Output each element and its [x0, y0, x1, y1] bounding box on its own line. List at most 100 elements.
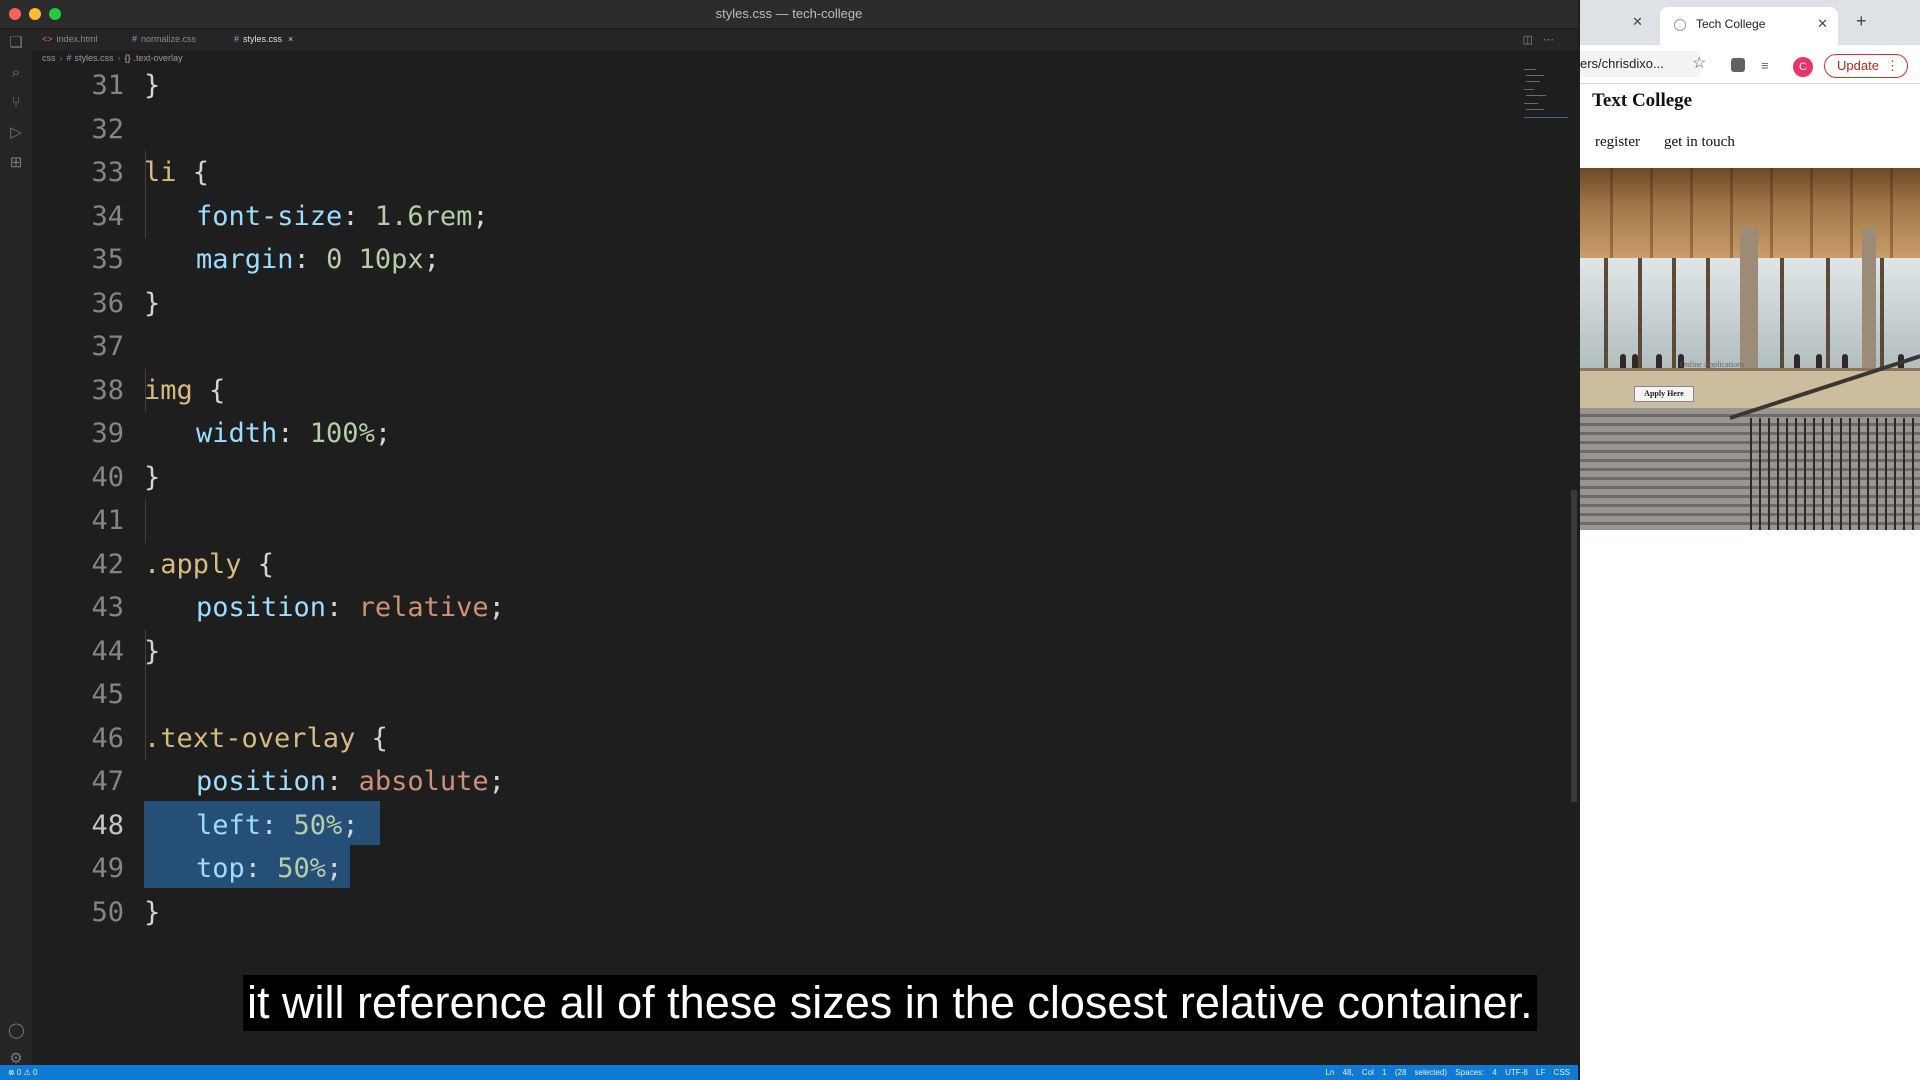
bookmark-star-icon[interactable]: ☆ [1692, 51, 1706, 77]
update-button[interactable]: Update ⋮ [1824, 54, 1908, 78]
status-bar: ⊗ 0 ⚠ 0 Ln 48, Col 1 (28 selected) Space… [0, 1065, 1578, 1080]
code-text: width: 100%; [196, 418, 392, 449]
editor-actions: ◫⋯ [1523, 33, 1564, 46]
close-icon[interactable]: ✕ [1817, 16, 1828, 32]
editor-tabs: <> index.html # normalize.css # styles.css ×… [32, 29, 1578, 50]
line-number: 34 [91, 200, 124, 232]
line-number: 33 [91, 157, 124, 188]
tab-normalize-css[interactable]: # normalize.css [132, 29, 196, 50]
nav-link-register[interactable]: register [1595, 134, 1640, 151]
css-file-icon: # [132, 34, 138, 44]
new-tab-icon[interactable]: + [1856, 11, 1867, 32]
update-label: Update [1837, 58, 1879, 73]
web-page: Text College register get in touch Onlin… [1580, 84, 1920, 1080]
code-line[interactable]: 47 position: absolute; [32, 760, 1532, 804]
code-text: left: 50%; [196, 809, 359, 841]
account-icon[interactable]: ◯ [8, 1023, 25, 1039]
tab-styles-css[interactable]: # styles.css × [234, 29, 293, 50]
editor-scrollbar-thumb[interactable] [1571, 490, 1577, 802]
line-number: 50 [91, 896, 124, 928]
code-line[interactable]: 31} [32, 64, 1532, 108]
address-bar[interactable]: ers/chrisdixo... [1580, 51, 1700, 77]
tab-index-html[interactable]: <> index.html [42, 29, 98, 50]
minimap[interactable] [1524, 67, 1568, 123]
window-title: styles.css — tech-college [715, 6, 863, 21]
code-line[interactable]: 49 top: 50%; [32, 847, 1532, 891]
more-vert-icon[interactable]: ⋮ [1886, 55, 1899, 76]
line-number: 46 [91, 722, 124, 754]
code-line[interactable]: 37 [32, 325, 1532, 369]
code-text: position: absolute; [196, 766, 505, 797]
code-line[interactable]: 36} [32, 282, 1532, 326]
code-text: } [144, 461, 161, 493]
code-text: .apply { [144, 548, 275, 580]
cursor-status[interactable]: Ln 48, Col 1 (28 selected) Spaces: 4 UTF… [1325, 1065, 1570, 1080]
code-line[interactable]: 40} [32, 456, 1532, 500]
code-line[interactable]: 43 position: relative; [32, 586, 1532, 630]
explorer-icon[interactable]: ❏ [8, 35, 24, 51]
breadcrumb-separator-icon: › [59, 53, 63, 63]
site-title: Text College [1592, 90, 1693, 111]
breadcrumb: css › # styles.css ›{} .text-overlay [42, 51, 183, 65]
code-text: margin: 0 10px; [196, 244, 440, 275]
avatar[interactable]: C [1793, 57, 1813, 77]
line-number: 44 [91, 635, 124, 667]
line-number: 43 [91, 592, 124, 623]
code-line[interactable]: 45 [32, 673, 1532, 717]
code-text: font-size: 1.6rem; [196, 200, 489, 232]
line-number: 40 [91, 461, 124, 493]
code-line[interactable]: 32 [32, 108, 1532, 152]
search-icon[interactable]: ⌕ [8, 65, 24, 81]
code-line[interactable]: 50} [32, 891, 1532, 935]
css-file-icon: # [66, 53, 72, 63]
run-debug-icon[interactable]: ▷ [8, 125, 24, 141]
line-number: 32 [91, 113, 124, 145]
breadcrumb-file[interactable]: styles.css [75, 53, 114, 63]
extensions-icon[interactable]: ⊞ [8, 155, 24, 171]
split-editor-icon[interactable]: ◫ [1523, 34, 1543, 46]
tab-label: normalize.css [141, 34, 197, 44]
code-line[interactable]: 34 font-size: 1.6rem; [32, 195, 1532, 239]
code-line[interactable]: 38 img { [32, 369, 1532, 413]
tab-label: index.html [56, 34, 98, 44]
code-line[interactable]: 46 .text-overlay { [32, 717, 1532, 761]
activity-bar: ❏ ⌕ ⑂ ▷ ⊞ ◯ ⚙ [0, 29, 32, 1067]
browser-tab[interactable]: Tech College ✕ [1660, 7, 1838, 45]
close-icon[interactable]: ✕ [1632, 14, 1643, 30]
code-editor[interactable]: 31} 32 33 li { 34 font-size: 1.6rem; 35 margin:… [32, 64, 1578, 1062]
breadcrumb-folder[interactable]: css [42, 53, 56, 63]
code-text: position: relative; [196, 592, 505, 623]
line-number: 47 [91, 766, 124, 797]
code-line[interactable]: 42 .apply { [32, 543, 1532, 587]
reading-list-icon[interactable]: ≡ [1761, 58, 1769, 73]
apply-here-button[interactable]: Apply Here [1634, 386, 1694, 402]
hero-overlay-text: Online Applications [1680, 360, 1745, 369]
code-line[interactable]: 44} [32, 630, 1532, 674]
line-number: 42 [91, 548, 124, 580]
browser-tab-strip: ✕ Tech College ✕ + [1580, 0, 1920, 45]
tab-label: styles.css [243, 34, 283, 44]
code-line[interactable]: 48 left: 50%; [32, 804, 1532, 848]
vscode-window: styles.css — tech-college ❏ ⌕ ⑂ ▷ ⊞ ◯ ⚙ … [0, 0, 1578, 1080]
browser-toolbar: ers/chrisdixo... ☆ ≡ C Update ⋮ [1580, 45, 1920, 84]
nav-link-get-in-touch[interactable]: get in touch [1664, 134, 1735, 151]
line-number: 48 [91, 809, 124, 841]
close-tab-icon[interactable]: × [288, 34, 293, 44]
code-text: li { [144, 157, 210, 188]
globe-icon [1674, 19, 1686, 31]
browser-tab-title: Tech College [1696, 17, 1766, 31]
more-actions-icon[interactable]: ⋯ [1543, 34, 1564, 46]
css-file-icon: # [234, 34, 240, 44]
code-line[interactable]: 41 [32, 499, 1532, 543]
source-control-icon[interactable]: ⑂ [8, 95, 24, 111]
code-line[interactable]: 33 li { [32, 151, 1532, 195]
code-line[interactable]: 35 margin: 0 10px; [32, 238, 1532, 282]
code-line[interactable]: 39 width: 100%; [32, 412, 1532, 456]
breadcrumb-separator-icon: › [117, 53, 121, 63]
symbol-icon: {} [124, 53, 131, 63]
extensions-puzzle-icon[interactable] [1731, 58, 1745, 72]
line-number: 31 [91, 70, 124, 101]
line-number: 38 [91, 374, 124, 406]
problems-status[interactable]: ⊗ 0 ⚠ 0 [8, 1065, 37, 1080]
breadcrumb-symbol[interactable]: .text-overlay [134, 53, 183, 63]
